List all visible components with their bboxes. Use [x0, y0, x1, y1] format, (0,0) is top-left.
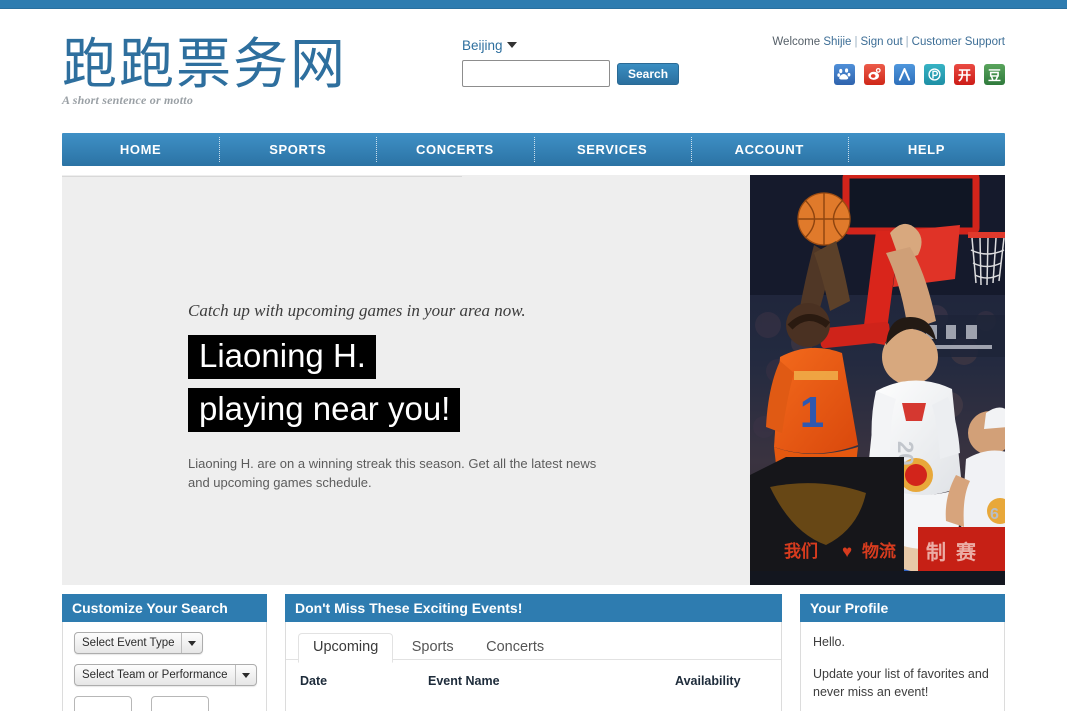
profile-panel-title: Your Profile	[800, 594, 1005, 622]
main-navigation: HOME SPORTS CONCERTS SERVICES ACCOUNT HE…	[62, 133, 1005, 166]
event-type-select[interactable]: Select Event Type	[74, 632, 204, 654]
tab-sports[interactable]: Sports	[398, 634, 468, 662]
page-root: 跑跑票务网 A short sentence or motto Beijing …	[0, 0, 1067, 711]
logo-motto: A short sentence or motto	[62, 93, 194, 107]
search-input[interactable]	[462, 60, 610, 87]
svg-text:6: 6	[990, 506, 999, 523]
svg-text:物流: 物流	[862, 541, 896, 561]
kaixin-icon[interactable]: 开	[954, 64, 975, 85]
event-type-select-label: Select Event Type	[82, 637, 175, 649]
search-row: Search	[462, 60, 692, 87]
hero-body-text: Liaoning H. are on a winning streak this…	[188, 456, 597, 490]
hero-text-block: Catch up with upcoming games in your are…	[188, 301, 658, 492]
profile-panel-body: Hello. Update your list of favorites and…	[800, 622, 1005, 711]
search-button[interactable]: Search	[617, 62, 680, 85]
events-tabs: Upcoming Sports Concerts	[286, 622, 781, 663]
weibo-icon[interactable]	[864, 64, 885, 85]
nav-item-label: SPORTS	[269, 142, 327, 157]
profile-message: Update your list of favorites and never …	[813, 667, 989, 699]
site-header: 跑跑票务网 A short sentence or motto Beijing …	[62, 9, 1005, 133]
customize-search-title: Customize Your Search	[62, 594, 267, 622]
nav-item-help[interactable]: HELP	[847, 133, 1005, 166]
events-table-header: Date Event Name Availability	[286, 660, 781, 688]
events-panel: Don't Miss These Exciting Events! Upcomi…	[285, 594, 782, 711]
hero-kicker: Catch up with upcoming games in your are…	[188, 301, 526, 320]
column-header-date: Date	[300, 674, 328, 688]
chevron-down-icon	[181, 633, 202, 653]
nav-item-label: SERVICES	[576, 142, 648, 157]
kaixin-glyph: 开	[957, 68, 971, 83]
svg-text:赛: 赛	[955, 540, 977, 564]
nav-item-label: CONCERTS	[416, 142, 494, 157]
welcome-text: Welcome Shijie	[772, 36, 851, 48]
link-separator-2: |	[905, 36, 909, 48]
nav-item-label: ACCOUNT	[734, 142, 804, 157]
events-panel-title: Don't Miss These Exciting Events!	[285, 594, 782, 622]
chevron-down-icon	[506, 42, 517, 48]
account-links: Welcome Shijie | Sign out | Customer Support	[772, 36, 1005, 48]
svg-text:制: 制	[926, 541, 946, 564]
hero-banner: Catch up with upcoming games in your are…	[62, 175, 1005, 585]
nav-item-home[interactable]: HOME	[62, 133, 219, 166]
page-container: 跑跑票务网 A short sentence or motto Beijing …	[62, 9, 1005, 711]
bottom-panels: Customize Your Search Select Event Type …	[62, 594, 1005, 711]
baidu-icon[interactable]	[834, 64, 855, 85]
pengyou-icon[interactable]	[924, 64, 945, 85]
site-logo[interactable]: 跑跑票务网 A short sentence or motto	[62, 33, 347, 108]
team-performance-select-label: Select Team or Performance	[82, 669, 228, 681]
date-from-input[interactable]	[74, 696, 132, 711]
nav-item-account[interactable]: ACCOUNT	[690, 133, 848, 166]
profile-greeting: Hello.	[813, 635, 845, 649]
search-block: Beijing Search	[462, 37, 692, 87]
customize-search-panel: Customize Your Search Select Event Type …	[62, 594, 267, 711]
nav-item-label: HOME	[119, 142, 162, 157]
social-icons-row: 开 豆	[834, 64, 1005, 85]
nav-item-label: HELP	[907, 142, 945, 157]
column-header-event-name: Event Name	[428, 674, 500, 688]
city-selector-label: Beijing	[462, 38, 503, 53]
column-header-availability: Availability	[675, 674, 741, 688]
nav-item-concerts[interactable]: CONCERTS	[376, 133, 533, 166]
browser-top-strip	[0, 0, 1067, 9]
profile-panel: Your Profile Hello. Update your list of …	[800, 594, 1005, 711]
customer-support-link[interactable]: Customer Support	[912, 36, 1005, 48]
svg-text:1: 1	[800, 388, 824, 437]
profile-text: Hello. Update your list of favorites and…	[801, 622, 1004, 701]
date-range-row	[74, 696, 266, 711]
link-separator-1: |	[854, 36, 858, 48]
welcome-prefix: Welcome	[772, 36, 824, 48]
events-panel-body: Upcoming Sports Concerts Date Event Name…	[285, 622, 782, 711]
renren-icon[interactable]	[894, 64, 915, 85]
city-selector[interactable]: Beijing	[462, 38, 517, 53]
nav-item-services[interactable]: SERVICES	[533, 133, 691, 166]
tab-concerts[interactable]: Concerts	[472, 634, 558, 662]
chevron-down-icon	[234, 665, 256, 685]
user-name: Shijie	[823, 36, 852, 48]
douban-glyph: 豆	[987, 68, 1001, 83]
filter-stack: Select Event Type Select Team or Perform…	[63, 622, 266, 711]
logo-text: 跑跑票务网	[62, 33, 348, 95]
team-performance-select[interactable]: Select Team or Performance	[74, 664, 257, 686]
hero-title-line-2: playing near you!	[188, 388, 461, 432]
nav-item-sports[interactable]: SPORTS	[219, 133, 376, 166]
customize-search-body: Select Event Type Select Team or Perform…	[62, 622, 267, 711]
date-to-input[interactable]	[151, 696, 209, 711]
svg-text:♥: ♥	[842, 542, 852, 561]
hero-divider	[62, 176, 462, 177]
tab-upcoming[interactable]: Upcoming	[298, 633, 394, 663]
hero-photo: 1 20 6 我们 ♥ 物流 制 赛	[750, 175, 1005, 585]
sign-out-link[interactable]: Sign out	[860, 36, 902, 48]
hero-title-line-1: Liaoning H.	[188, 335, 376, 379]
svg-text:我们: 我们	[784, 541, 818, 561]
douban-icon[interactable]: 豆	[984, 64, 1005, 85]
